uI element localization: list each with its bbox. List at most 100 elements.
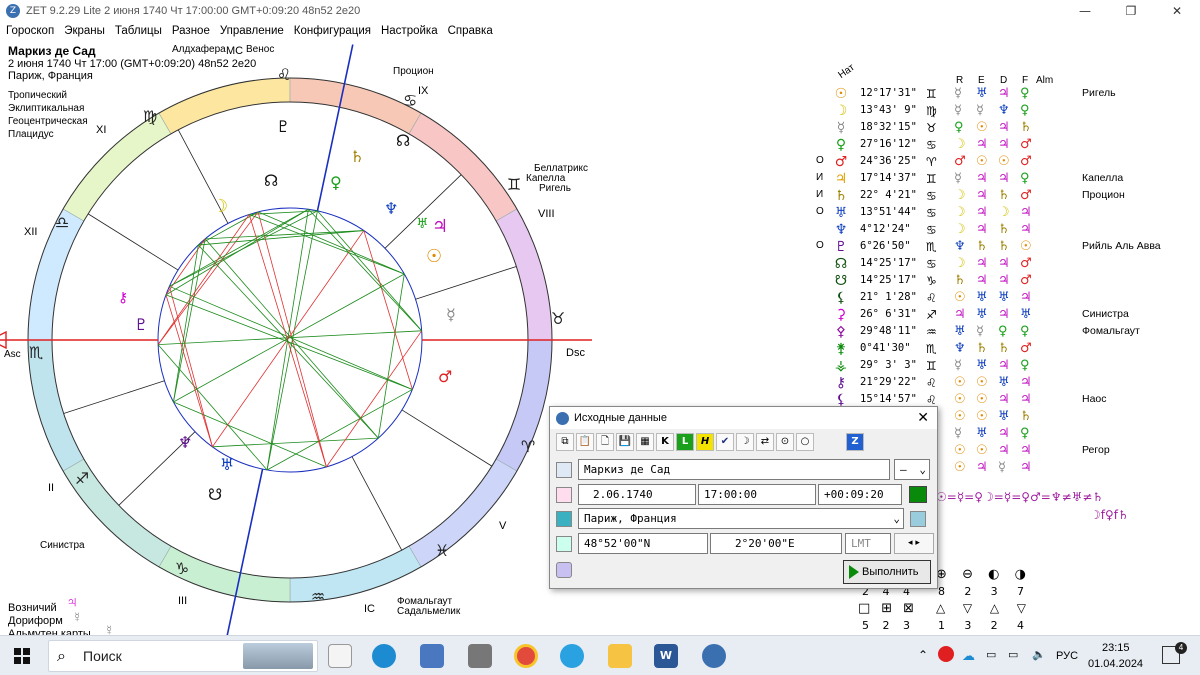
k-button[interactable]: K [656,433,674,451]
check-icon[interactable]: ✔ [716,433,734,451]
star-aldhafera: Алдхафера [172,44,226,55]
planet-glyph-icon: ⚸ [835,290,847,306]
copy-icon[interactable]: ⧉ [556,433,574,451]
ruler-r-icon: ☉ [954,290,966,305]
ruler-d-icon: ♅ [998,290,1010,305]
settings-icon[interactable] [556,562,572,578]
map-icon[interactable] [556,511,572,527]
tray-app-icon[interactable] [938,646,954,662]
house-9-label: IX [418,85,429,97]
time-field[interactable]: 17:00:00 [698,484,816,505]
app-icon-generic[interactable] [468,644,492,668]
clock-time[interactable]: 23:15 [1102,642,1130,654]
menu-help[interactable]: Справка [448,25,493,37]
ruler-d-icon: ♃ [998,307,1010,322]
save-icon[interactable]: 💾 [616,433,634,451]
language-indicator[interactable]: РУС [1056,650,1078,662]
stat-value: 1 [938,619,945,632]
ruler-f-icon: ♃ [1020,375,1032,390]
place-field[interactable]: Париж, Франция ⌄ [578,508,904,529]
circle-dot-icon[interactable]: ⊙ [776,433,794,451]
h-button[interactable]: H [696,433,714,451]
ruler-e-icon: ♄ [976,239,988,254]
clock-date[interactable]: 01.04.2024 [1088,658,1143,670]
menu-configuration[interactable]: Конфигурация [294,25,371,37]
ruler-e-icon: ♃ [976,171,988,186]
ruler-f-icon: ♃ [1020,222,1032,237]
zodiac-sign-icon: ♑ [175,559,189,578]
run-button[interactable]: Выполнить [843,560,931,584]
zodiac-sign-icon: ♌ [926,376,937,390]
chevron-up-icon[interactable]: ⌃ [918,648,928,662]
close-button[interactable]: ✕ [1154,0,1200,22]
ruler-e-icon: ♃ [976,205,988,220]
planet-degree: 13°51'44" [860,206,917,218]
dialog-close-icon[interactable]: ✕ [917,410,929,426]
app-icon: Z [6,4,20,18]
zodiac-sign-icon: ♈ [926,155,937,169]
swap-icon[interactable]: ⇄ [756,433,774,451]
clock-icon[interactable] [556,487,572,503]
zodiac-sign-icon: ♈ [521,437,535,456]
minimize-button[interactable]: — [1062,0,1108,22]
table-header-d: D [1000,75,1008,86]
longitude-field[interactable]: 2°20'00"E [710,533,842,554]
task-view-icon[interactable] [328,644,352,668]
volume-icon[interactable]: 🔈 [1032,648,1046,661]
circle-icon[interactable]: ○ [796,433,814,451]
timezone-field[interactable]: +00:09:20 [818,484,902,505]
computer-icon[interactable] [420,644,444,668]
word-icon[interactable]: W [654,644,678,668]
date-field[interactable]: 2.06.1740 [578,484,696,505]
time-type-field[interactable]: LMT [845,533,891,554]
l-button[interactable]: L [676,433,694,451]
menu-control[interactable]: Управление [220,25,284,37]
menu-misc[interactable]: Разное [172,25,210,37]
telegram-icon[interactable] [560,644,584,668]
zet-app-icon[interactable] [702,644,726,668]
windows-start-icon[interactable] [14,648,30,664]
edge-browser-icon[interactable] [372,644,396,668]
house-2-label: II [48,482,55,494]
dsc-label: Dsc [566,347,585,359]
coordinates-icon[interactable] [556,536,572,552]
dignity-marker: О [816,206,824,217]
calendar-icon[interactable]: ▦ [636,433,654,451]
planet-degree: 24°36'25" [860,155,917,167]
element-water-icon: ◑ [1014,567,1026,582]
paste-icon[interactable]: 📋 [576,433,594,451]
person-icon[interactable] [556,462,572,478]
network-icon[interactable]: ▭ [986,648,996,661]
cloud-icon[interactable]: ☁ [962,648,975,664]
moon-icon[interactable]: ☽ [736,433,754,451]
chrome-icon[interactable] [514,644,538,668]
gender-select[interactable]: — ⌄ [894,459,930,480]
ruler-f-icon: ♀ [1020,324,1030,339]
triangle-icon: ▽ [1016,601,1026,615]
stat-value: 3 [964,619,972,632]
latitude-field[interactable]: 48°52'00"N [578,533,708,554]
ruler-d-icon: ♄ [998,188,1010,203]
battery-icon[interactable]: ▭ [1008,648,1018,661]
menu-screens[interactable]: Экраны [64,25,105,37]
ruler-d-icon: ♃ [998,86,1010,101]
z-button[interactable]: Z [846,433,864,451]
fixed-star-name: Ригель [1082,87,1116,99]
menu-settings[interactable]: Настройка [381,25,438,37]
planet-glyph-icon: ♇ [834,239,848,255]
new-file-icon[interactable]: 🗋 [596,433,614,451]
file-explorer-icon[interactable] [608,644,632,668]
ruler-r-icon: ♆ [954,341,966,356]
taskbar-search[interactable]: ⌕ Поиск [48,640,318,672]
ruler-f-icon: ♃ [1020,460,1032,475]
zodiac-sign-icon: ♐ [926,308,937,322]
atlas-icon[interactable] [910,511,926,527]
planet-glyph-icon: ♀ [330,173,342,192]
name-field[interactable]: Маркиз де Сад [578,459,890,480]
tz-color-button[interactable] [909,486,927,503]
maximize-button[interactable]: ❐ [1108,0,1154,22]
lat-lon-stepper[interactable]: ◂ ▸ [894,533,934,554]
fixed-star-name: Фомальгаут [1082,325,1140,337]
menu-horoscope[interactable]: Гороскоп [6,25,54,37]
menu-tables[interactable]: Таблицы [115,25,162,37]
